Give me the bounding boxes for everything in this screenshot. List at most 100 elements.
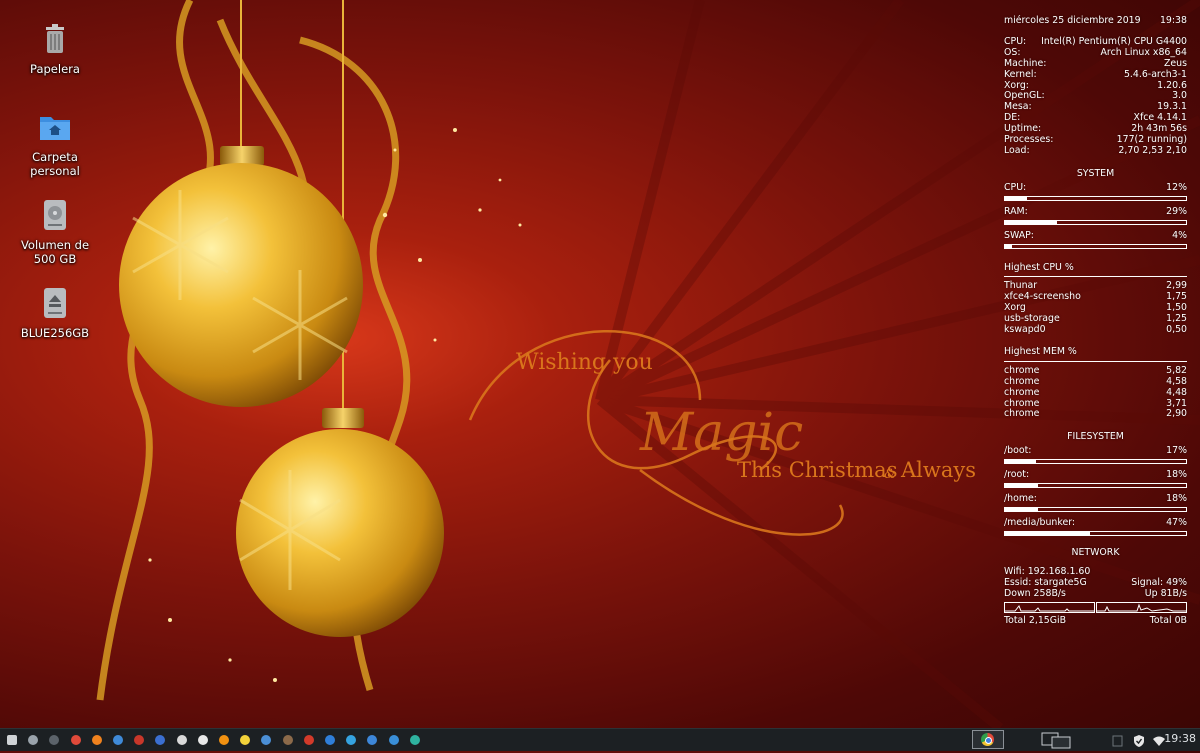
sync-icon[interactable]	[322, 732, 338, 748]
monitor-icon[interactable]	[386, 732, 402, 748]
greeting-line1: Wishing you	[516, 350, 653, 375]
sysinfo-row: Load: 2,70 2,53 2,10	[1004, 144, 1187, 157]
conky-top-mem: chrome 5,82 chrome 4,58 chrome 4,48 chrome 3,71…	[1004, 365, 1187, 421]
workspace-switcher[interactable]	[1040, 732, 1074, 749]
fs-value: 18%	[1166, 493, 1187, 505]
banana-icon[interactable]	[237, 732, 253, 748]
sysinfo-label: Machine:	[1004, 57, 1047, 69]
desktop-icon-trash[interactable]: Papelera	[10, 20, 100, 76]
sysinfo-value: 2,70 2,53 2,10	[1118, 144, 1187, 156]
fs-bar	[1004, 483, 1187, 489]
whisker-menu-icon[interactable]	[4, 732, 20, 748]
usage-bar-fill	[1005, 220, 1058, 224]
fs-bar-fill	[1005, 484, 1038, 488]
chrome-icon	[981, 733, 994, 746]
fs-bar	[1004, 459, 1187, 465]
top-mem-label: chrome	[1004, 386, 1040, 398]
top-cpu-row: xfce4-screensho 1,75	[1004, 291, 1187, 303]
conky-top-cpu-header: Highest CPU %	[1004, 261, 1074, 273]
fs-label: /root:	[1004, 469, 1030, 481]
firefox-icon[interactable]	[89, 732, 105, 748]
trash-icon	[36, 20, 74, 58]
usage-bar-fill	[1005, 244, 1013, 248]
gimp-icon[interactable]	[280, 732, 296, 748]
desktop-icon-label: Volumen de 500 GB	[20, 238, 90, 266]
up-graph	[1096, 601, 1187, 613]
filezilla-icon[interactable]	[131, 732, 147, 748]
desktop-icon-label: BLUE256GB	[20, 326, 90, 340]
terminal-icon[interactable]	[46, 732, 62, 748]
greeting-script: Magic	[639, 403, 803, 463]
home-folder-icon	[36, 108, 74, 146]
top-cpu-label: kswapd0	[1004, 324, 1046, 336]
fs-bar	[1004, 507, 1187, 512]
fs-label: /media/bunker:	[1004, 517, 1076, 528]
conky-datetime: miércoles 25 diciembre 2019 19:38	[1004, 15, 1187, 27]
downloader-icon[interactable]	[301, 732, 317, 748]
fs-label: /home:	[1004, 493, 1037, 505]
sysinfo-label: Load:	[1004, 144, 1030, 156]
down-graph	[1004, 601, 1095, 613]
top-mem-label: chrome	[1004, 408, 1040, 420]
usage-value: 4%	[1172, 229, 1187, 241]
desktop-icon-home-folder[interactable]: Carpeta personal	[10, 108, 100, 178]
conky-date: miércoles 25 diciembre 2019	[1004, 15, 1141, 26]
conky-filesystems: /boot: 17% /root: 18% /home: 18% /media/bunker…	[1004, 445, 1187, 536]
taskbar-window-button[interactable]	[972, 730, 1004, 749]
conky-up: Up 81B/s	[1144, 587, 1187, 599]
usage-bar	[1004, 195, 1187, 201]
top-mem-value: 2,90	[1166, 408, 1187, 420]
conky-total-down: Total 2,15GiB	[1004, 614, 1067, 626]
usage-label: CPU:	[1004, 181, 1027, 193]
top-mem-row: chrome 4,48	[1004, 386, 1187, 399]
usage-bar	[1004, 219, 1187, 225]
bitwarden-icon[interactable]	[152, 732, 168, 748]
usage-value: 29%	[1166, 205, 1187, 217]
conky-total-up: Total 0B	[1149, 614, 1187, 626]
usage-row: SWAP: 4%	[1004, 229, 1187, 242]
conky-sysinfo: CPU: Intel(R) Pentium(R) CPU G4400 OS: Arch…	[1004, 36, 1187, 157]
desktop-icon-volume[interactable]: Volumen de 500 GB	[10, 196, 100, 266]
fs-bar	[1004, 530, 1187, 536]
desktop-icon-usb[interactable]: BLUE256GB	[10, 284, 100, 340]
conky-signal: Signal: 49%	[1131, 576, 1187, 588]
conky-down: Down 258B/s	[1004, 587, 1066, 599]
inkscape-icon[interactable]	[195, 732, 211, 748]
top-cpu-value: 0,50	[1166, 324, 1187, 336]
rabbit-icon[interactable]	[174, 732, 190, 748]
settings-icon[interactable]	[407, 732, 423, 748]
telegram-icon[interactable]	[343, 732, 359, 748]
usage-label: RAM:	[1004, 205, 1028, 217]
usage-label: SWAP:	[1004, 229, 1034, 241]
fs-label: /boot:	[1004, 445, 1032, 457]
conky-monitor: miércoles 25 diciembre 2019 19:38 CPU: In…	[1004, 15, 1187, 626]
desktop-icon-label: Carpeta personal	[30, 150, 80, 178]
greeting-amp: &	[884, 467, 896, 482]
shield-icon[interactable]	[1132, 733, 1146, 747]
usage-row: CPU: 12%	[1004, 181, 1187, 194]
fs-bar-fill	[1005, 531, 1091, 535]
conky-top-cpu: Thunar 2,99 xfce4-screensho 1,75 Xorg 1,50 usb…	[1004, 281, 1187, 336]
sysinfo-value: Zeus	[1163, 57, 1187, 69]
fs-value: 17%	[1166, 445, 1187, 457]
file-manager-icon[interactable]	[25, 732, 41, 748]
mail-icon[interactable]	[110, 732, 126, 748]
chrome-icon[interactable]	[68, 732, 84, 748]
desktop-icon-label: Papelera	[30, 62, 80, 76]
taskbar-clock[interactable]: 19:38	[1164, 732, 1196, 745]
fs-value: 47%	[1166, 517, 1187, 528]
taskbar: 19:38	[0, 728, 1200, 751]
sysinfo-row: Kernel: 5.4.6-arch3-1	[1004, 69, 1187, 81]
fs-bar-fill	[1005, 508, 1038, 511]
top-mem-row: chrome 2,90	[1004, 409, 1187, 420]
vlc-icon[interactable]	[216, 732, 232, 748]
usage-value: 12%	[1166, 181, 1187, 193]
cloud-icon[interactable]	[364, 732, 380, 748]
conky-usage: CPU: 12% RAM: 29% SWAP: 4%	[1004, 181, 1187, 249]
conky-net-header: NETWORK	[1071, 546, 1120, 558]
fs-row: /root: 18%	[1004, 469, 1187, 481]
conky-fs-header: FILESYSTEM	[1067, 431, 1124, 443]
image-viewer-icon[interactable]	[258, 732, 274, 748]
window-list-icon[interactable]	[1112, 733, 1124, 747]
fs-bar-fill	[1005, 460, 1036, 464]
